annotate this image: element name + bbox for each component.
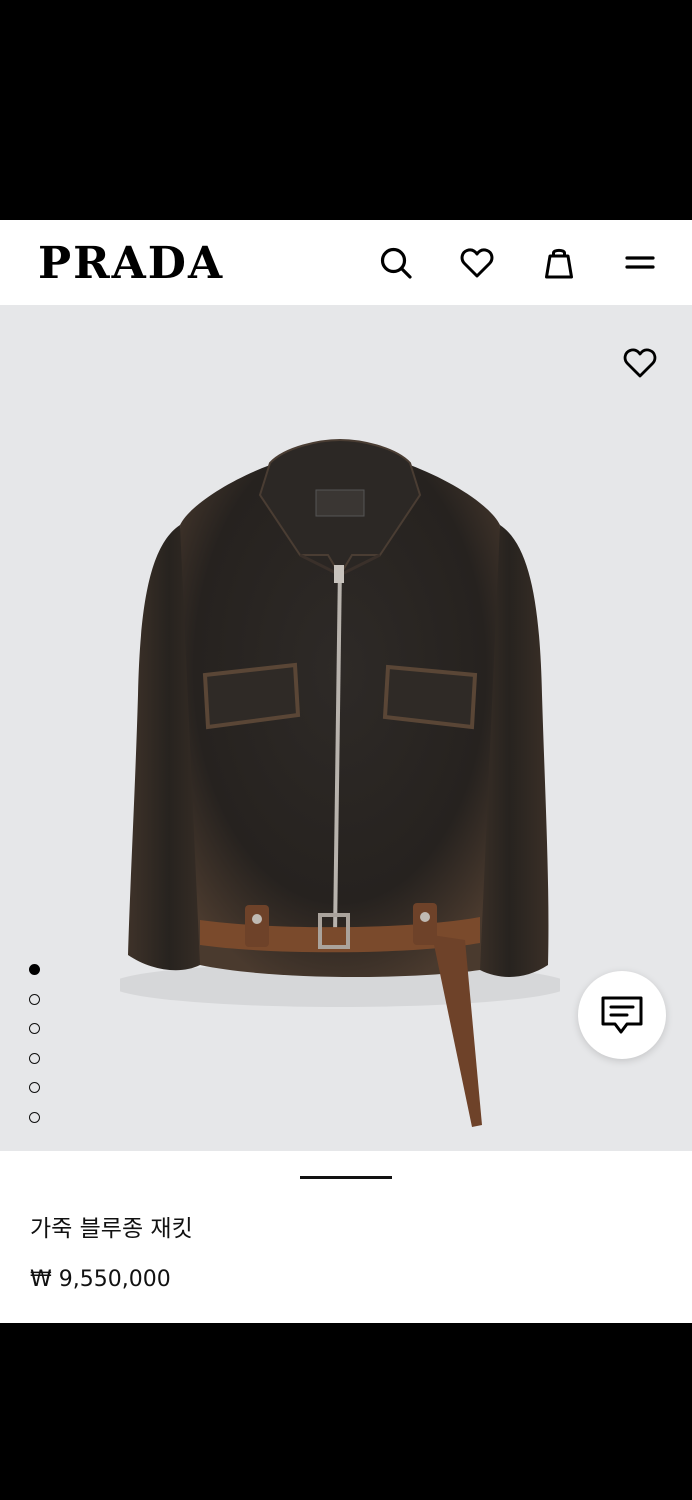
wishlist-icon[interactable] — [458, 244, 496, 282]
image-scroll-indicator — [300, 1176, 392, 1179]
letterbox-top — [0, 0, 692, 220]
product-price: ₩ 9,550,000 — [30, 1267, 171, 1292]
letterbox-bottom — [0, 1323, 692, 1500]
chat-button[interactable] — [578, 971, 666, 1059]
product-image-carousel[interactable] — [0, 305, 692, 1151]
carousel-dot[interactable] — [29, 964, 40, 975]
carousel-dot[interactable] — [29, 1082, 40, 1093]
carousel-dot[interactable] — [29, 993, 40, 1005]
heart-icon[interactable] — [620, 343, 660, 383]
carousel-pagination — [29, 964, 43, 1141]
product-info: 가죽 블루종 재킷 ₩ 9,550,000 — [0, 1151, 692, 1323]
menu-icon[interactable] — [621, 244, 659, 282]
brand-logo[interactable]: PRADA — [38, 242, 224, 286]
carousel-dot[interactable] — [29, 1052, 40, 1064]
carousel-dot[interactable] — [29, 1111, 40, 1123]
shopping-bag-icon[interactable] — [540, 244, 578, 282]
search-icon[interactable] — [377, 244, 415, 282]
product-title: 가죽 블루종 재킷 — [30, 1216, 193, 1242]
site-header: PRADA — [0, 220, 692, 305]
chat-icon — [601, 996, 643, 1034]
product-image-jacket — [120, 438, 560, 1127]
carousel-dot[interactable] — [29, 1023, 40, 1034]
